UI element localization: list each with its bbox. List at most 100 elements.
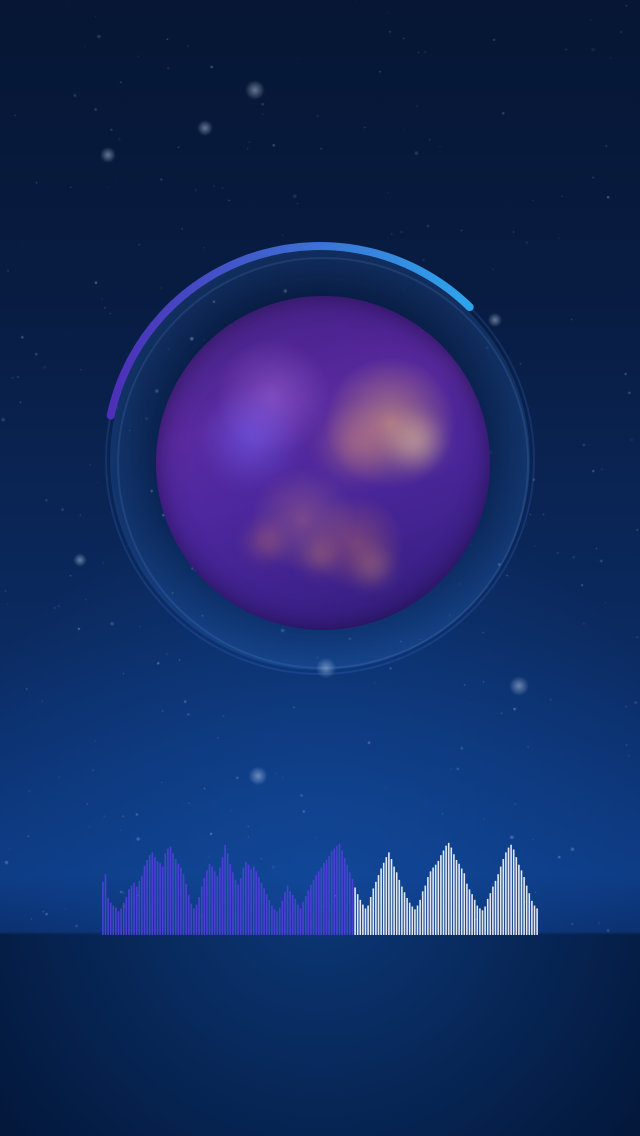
visualizer-played-bar xyxy=(239,878,242,935)
visualizer-played-bar xyxy=(336,845,338,935)
visualizer-unplayed-bar xyxy=(536,908,538,935)
visualizer-played-bar xyxy=(330,851,333,935)
visualizer-unplayed-bar xyxy=(424,885,427,935)
visualizer-played-bar xyxy=(286,885,289,935)
visualizer-unplayed-bar xyxy=(518,864,520,935)
visualizer-unplayed-bar xyxy=(390,859,393,935)
visualizer-unplayed-bar xyxy=(460,868,463,935)
visualizer-played-bar xyxy=(172,853,174,935)
visualizer-unplayed-bar xyxy=(408,902,411,935)
visualizer-unplayed-bar xyxy=(432,867,434,935)
visualizer-played-bar xyxy=(297,904,299,935)
visualizer-played-bar xyxy=(268,899,271,935)
visualizer-played-bar xyxy=(216,876,219,935)
visualizer-played-bar xyxy=(294,898,297,935)
visualizer-unplayed-bar xyxy=(468,889,471,935)
visualizer-unplayed-bar xyxy=(388,852,390,935)
visualizer-played-bar xyxy=(177,863,180,935)
visualizer-played-bar xyxy=(141,876,143,935)
visualizer-unplayed-bar xyxy=(419,899,421,935)
visualizer-unplayed-bar xyxy=(510,844,512,935)
visualizer-played-bar xyxy=(260,882,263,935)
visualizer-played-bar xyxy=(328,856,330,935)
visualizer-played-bar xyxy=(125,897,128,935)
visualizer-played-bar xyxy=(258,877,260,935)
visualizer-played-bar xyxy=(299,908,302,935)
visualizer-unplayed-bar xyxy=(414,909,416,935)
visualizer-played-bar xyxy=(104,874,107,935)
visualizer-played-bar xyxy=(120,908,122,935)
visualizer-played-bar xyxy=(284,892,286,935)
visualizer-played-bar xyxy=(304,896,307,935)
visualizer-played-bar xyxy=(302,901,304,935)
visualizer-played-bar xyxy=(195,904,198,935)
visualizer-unplayed-bar xyxy=(455,859,458,935)
visualizer-played-bar xyxy=(221,857,224,935)
visualizer-unplayed-bar xyxy=(489,893,492,935)
visualizer-unplayed-bar xyxy=(479,908,481,935)
visualizer-unplayed-bar xyxy=(437,860,440,935)
visualizer-unplayed-bar xyxy=(458,863,460,935)
visualizer-played-bar xyxy=(245,861,247,935)
visualizer-played-bar xyxy=(252,866,255,935)
visualizer-played-bar xyxy=(281,900,284,935)
visualizer-unplayed-bar xyxy=(356,894,359,935)
visualizer-played-bar xyxy=(226,853,229,935)
visualizer-played-bar xyxy=(234,879,237,935)
audio-visualizer[interactable] xyxy=(0,835,640,935)
visualizer-played-bar xyxy=(128,889,130,935)
visualizer-played-bar xyxy=(135,886,138,935)
visualizer-played-bar xyxy=(117,911,120,935)
visualizer-played-bar xyxy=(146,859,148,935)
visualizer-unplayed-bar xyxy=(429,871,432,935)
visualizer-unplayed-bar xyxy=(453,854,455,935)
visualizer-unplayed-bar xyxy=(476,905,479,935)
visualizer-played-bar xyxy=(154,857,156,935)
visualizer-played-bar xyxy=(346,864,349,935)
visualizer-unplayed-bar xyxy=(398,879,401,935)
visualizer-unplayed-bar xyxy=(364,908,367,935)
visualizer-played-bar xyxy=(343,858,346,935)
visualizer-unplayed-bar xyxy=(497,874,499,935)
visualizer-unplayed-bar xyxy=(471,894,473,935)
visualizer-unplayed-bar xyxy=(463,873,466,935)
visualizer-unplayed-bar xyxy=(447,842,450,935)
visualizer-unplayed-bar xyxy=(533,905,536,935)
album-player[interactable] xyxy=(100,240,540,680)
visualizer-played-bar xyxy=(143,865,146,935)
visualizer-played-bar xyxy=(193,908,195,935)
visualizer-played-bar xyxy=(102,881,104,935)
visualizer-played-bar xyxy=(312,879,315,935)
visualizer-unplayed-bar xyxy=(401,886,403,935)
visualizer-played-bar xyxy=(167,848,169,935)
visualizer-unplayed-bar xyxy=(507,847,510,935)
visualizer-bars[interactable] xyxy=(0,835,640,935)
visualizer-played-bar xyxy=(278,907,281,935)
visualizer-played-bar xyxy=(130,885,133,935)
visualizer-unplayed-bar xyxy=(505,852,507,935)
visualizer-played-bar xyxy=(107,897,109,935)
visualizer-unplayed-bar xyxy=(531,900,533,935)
visualizer-played-bar xyxy=(307,890,310,935)
visualizer-unplayed-bar xyxy=(502,859,505,935)
visualizer-unplayed-bar xyxy=(434,864,437,935)
visualizer-played-bar xyxy=(315,875,317,935)
visualizer-played-bar xyxy=(169,846,172,935)
album-artwork xyxy=(156,296,490,630)
visualizer-played-bar xyxy=(323,862,325,935)
visualizer-played-bar xyxy=(325,859,328,935)
visualizer-unplayed-bar xyxy=(380,868,382,935)
visualizer-played-bar xyxy=(211,866,213,935)
visualizer-played-bar xyxy=(310,884,312,935)
visualizer-unplayed-bar xyxy=(525,885,528,935)
visualizer-played-bar xyxy=(232,872,234,935)
visualizer-unplayed-bar xyxy=(523,877,525,935)
visualizer-played-bar xyxy=(190,903,193,935)
visualizer-unplayed-bar xyxy=(512,849,515,935)
visualizer-played-bar xyxy=(156,860,159,935)
visualizer-played-bar xyxy=(263,888,265,935)
visualizer-unplayed-bar xyxy=(494,880,497,935)
visualizer-played-bar xyxy=(182,874,185,935)
visualizer-unplayed-bar xyxy=(354,887,356,935)
visualizer-played-bar xyxy=(174,859,177,935)
